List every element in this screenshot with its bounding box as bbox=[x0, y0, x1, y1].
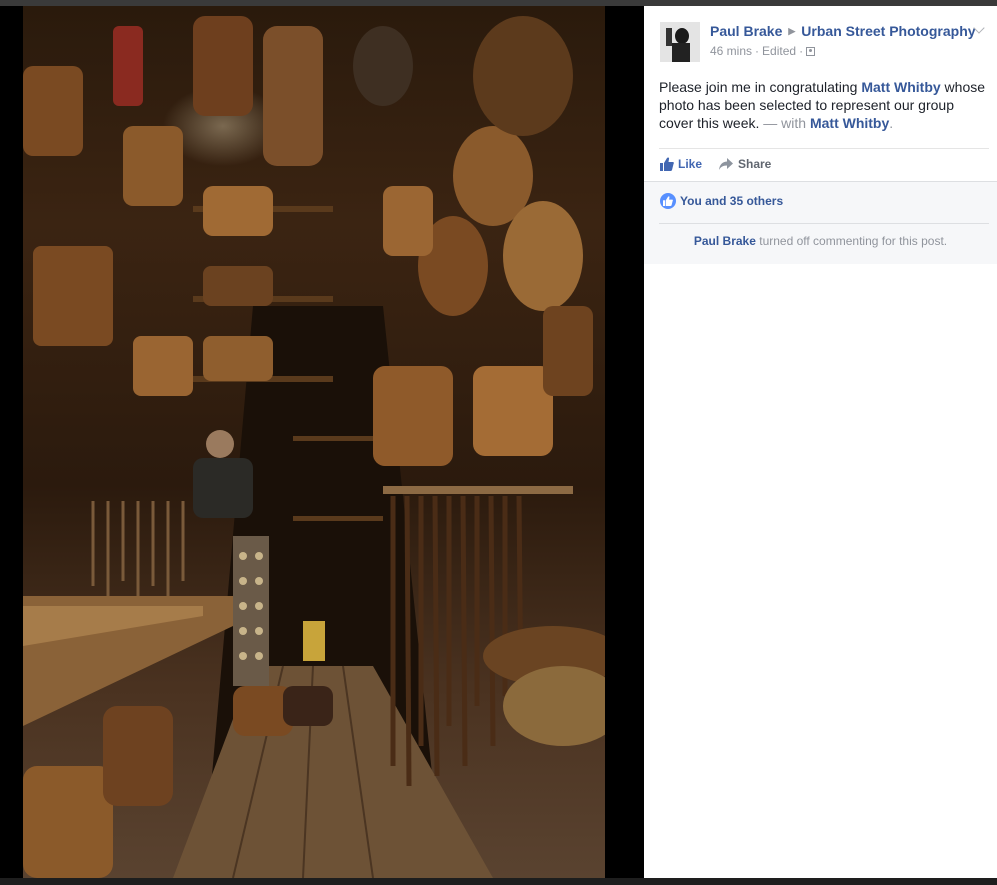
play-arrow-icon: ▶ bbox=[788, 26, 796, 36]
post-meta: 46 mins · Edited · bbox=[710, 44, 816, 58]
background-page-strip bbox=[0, 878, 997, 885]
divider bbox=[659, 223, 989, 224]
post-photo[interactable] bbox=[23, 6, 605, 878]
audience-icon[interactable] bbox=[806, 47, 816, 56]
share-button[interactable]: Share bbox=[718, 157, 771, 171]
post-period: . bbox=[889, 115, 894, 131]
author-avatar[interactable] bbox=[660, 22, 700, 62]
commenting-off-notice: Paul Brake turned off commenting for thi… bbox=[644, 234, 997, 248]
like-thumb-icon bbox=[660, 157, 674, 171]
share-label: Share bbox=[738, 157, 772, 171]
post-time[interactable]: 46 mins bbox=[710, 44, 752, 58]
leather-shop-illustration bbox=[23, 16, 605, 878]
like-label: Like bbox=[678, 157, 703, 171]
edited-label[interactable]: Edited bbox=[762, 44, 796, 58]
reactions-summary[interactable]: You and 35 others bbox=[660, 193, 783, 209]
with-user-link[interactable]: Matt Whitby bbox=[810, 115, 889, 131]
post-text-intro: Please join me in congratulating bbox=[659, 79, 862, 95]
divider bbox=[659, 148, 989, 149]
notice-text: turned off commenting for this post. bbox=[755, 234, 948, 248]
author-name[interactable]: Paul Brake bbox=[710, 23, 782, 39]
reactions-section: You and 35 others Paul Brake turned off … bbox=[644, 181, 997, 264]
avatar-image bbox=[660, 22, 700, 62]
reactions-count-text: You and 35 others bbox=[680, 194, 784, 208]
post-sidebar: Paul Brake ▶ Urban Street Photography 46 m… bbox=[644, 6, 997, 878]
post-header: Paul Brake ▶ Urban Street Photography bbox=[710, 23, 976, 39]
notice-author-link[interactable]: Paul Brake bbox=[694, 234, 756, 248]
post-message: Please join me in congratulating Matt Wh… bbox=[659, 78, 989, 132]
photo-viewer bbox=[0, 6, 644, 878]
with-prefix: — with bbox=[759, 115, 810, 131]
group-name[interactable]: Urban Street Photography bbox=[801, 23, 975, 39]
tagged-user-link[interactable]: Matt Whitby bbox=[861, 79, 940, 95]
like-button[interactable]: Like bbox=[660, 157, 702, 171]
meta-separator: · bbox=[755, 44, 760, 58]
like-badge-icon bbox=[660, 193, 676, 209]
meta-separator: · bbox=[799, 44, 804, 58]
share-arrow-icon bbox=[719, 158, 733, 170]
